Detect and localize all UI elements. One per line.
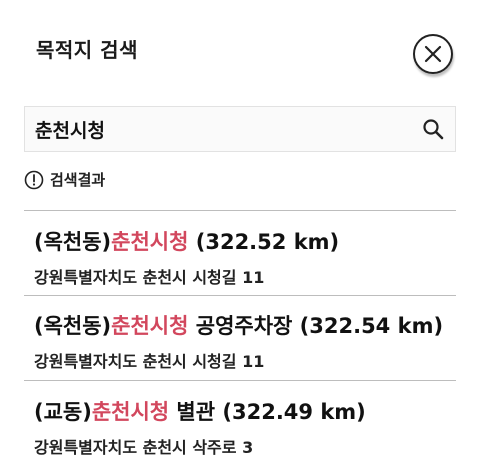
result-title[interactable]: (옥천동)춘천시청 공영주차장 (322.54 km) <box>34 310 454 340</box>
result-title-suffix: (322.52 km) <box>188 230 340 254</box>
result-address: 강원특별자치도 춘천시 시청길 11 <box>34 352 265 371</box>
result-address: 강원특별자치도 춘천시 시청길 11 <box>34 268 265 287</box>
search-icon[interactable] <box>421 117 445 141</box>
result-title-prefix: (옥천동) <box>34 230 112 254</box>
result-title[interactable]: (교동)춘천시청 별관 (322.49 km) <box>34 396 454 426</box>
result-title[interactable]: (옥천동)춘천시청 (322.52 km) <box>34 226 454 256</box>
page-title: 목적지 검색 <box>36 38 138 62</box>
result-title-suffix: 별관 (322.49 km) <box>169 400 366 424</box>
results-header: 검색결과 <box>24 169 105 190</box>
search-input[interactable]: 춘천시청 <box>24 106 456 152</box>
result-title-highlight: 춘천시청 <box>111 314 189 338</box>
divider <box>24 295 456 296</box>
divider <box>24 210 456 211</box>
result-address: 강원특별자치도 춘천시 삭주로 3 <box>34 438 254 457</box>
results-label: 검색결과 <box>50 171 106 189</box>
close-button[interactable] <box>413 34 453 74</box>
list-item[interactable]: (옥천동)춘천시청 공영주차장 (322.54 km) 강원특별자치도 춘천시 … <box>34 310 454 372</box>
result-title-highlight: 춘천시청 <box>91 400 170 424</box>
list-item[interactable]: (교동)춘천시청 별관 (322.49 km) 강원특별자치도 춘천시 삭주로 … <box>34 396 454 458</box>
close-icon <box>424 45 442 63</box>
result-title-highlight: 춘천시청 <box>111 230 189 254</box>
result-title-suffix: 공영주차장 (322.54 km) <box>188 314 444 338</box>
result-title-prefix: (교동) <box>34 400 92 424</box>
list-item[interactable]: (옥천동)춘천시청 (322.52 km) 강원특별자치도 춘천시 시청길 11 <box>34 226 454 288</box>
search-input-value[interactable]: 춘천시청 <box>35 116 105 143</box>
divider <box>24 380 456 381</box>
info-alert-icon <box>24 170 44 189</box>
result-title-prefix: (옥천동) <box>34 314 112 338</box>
